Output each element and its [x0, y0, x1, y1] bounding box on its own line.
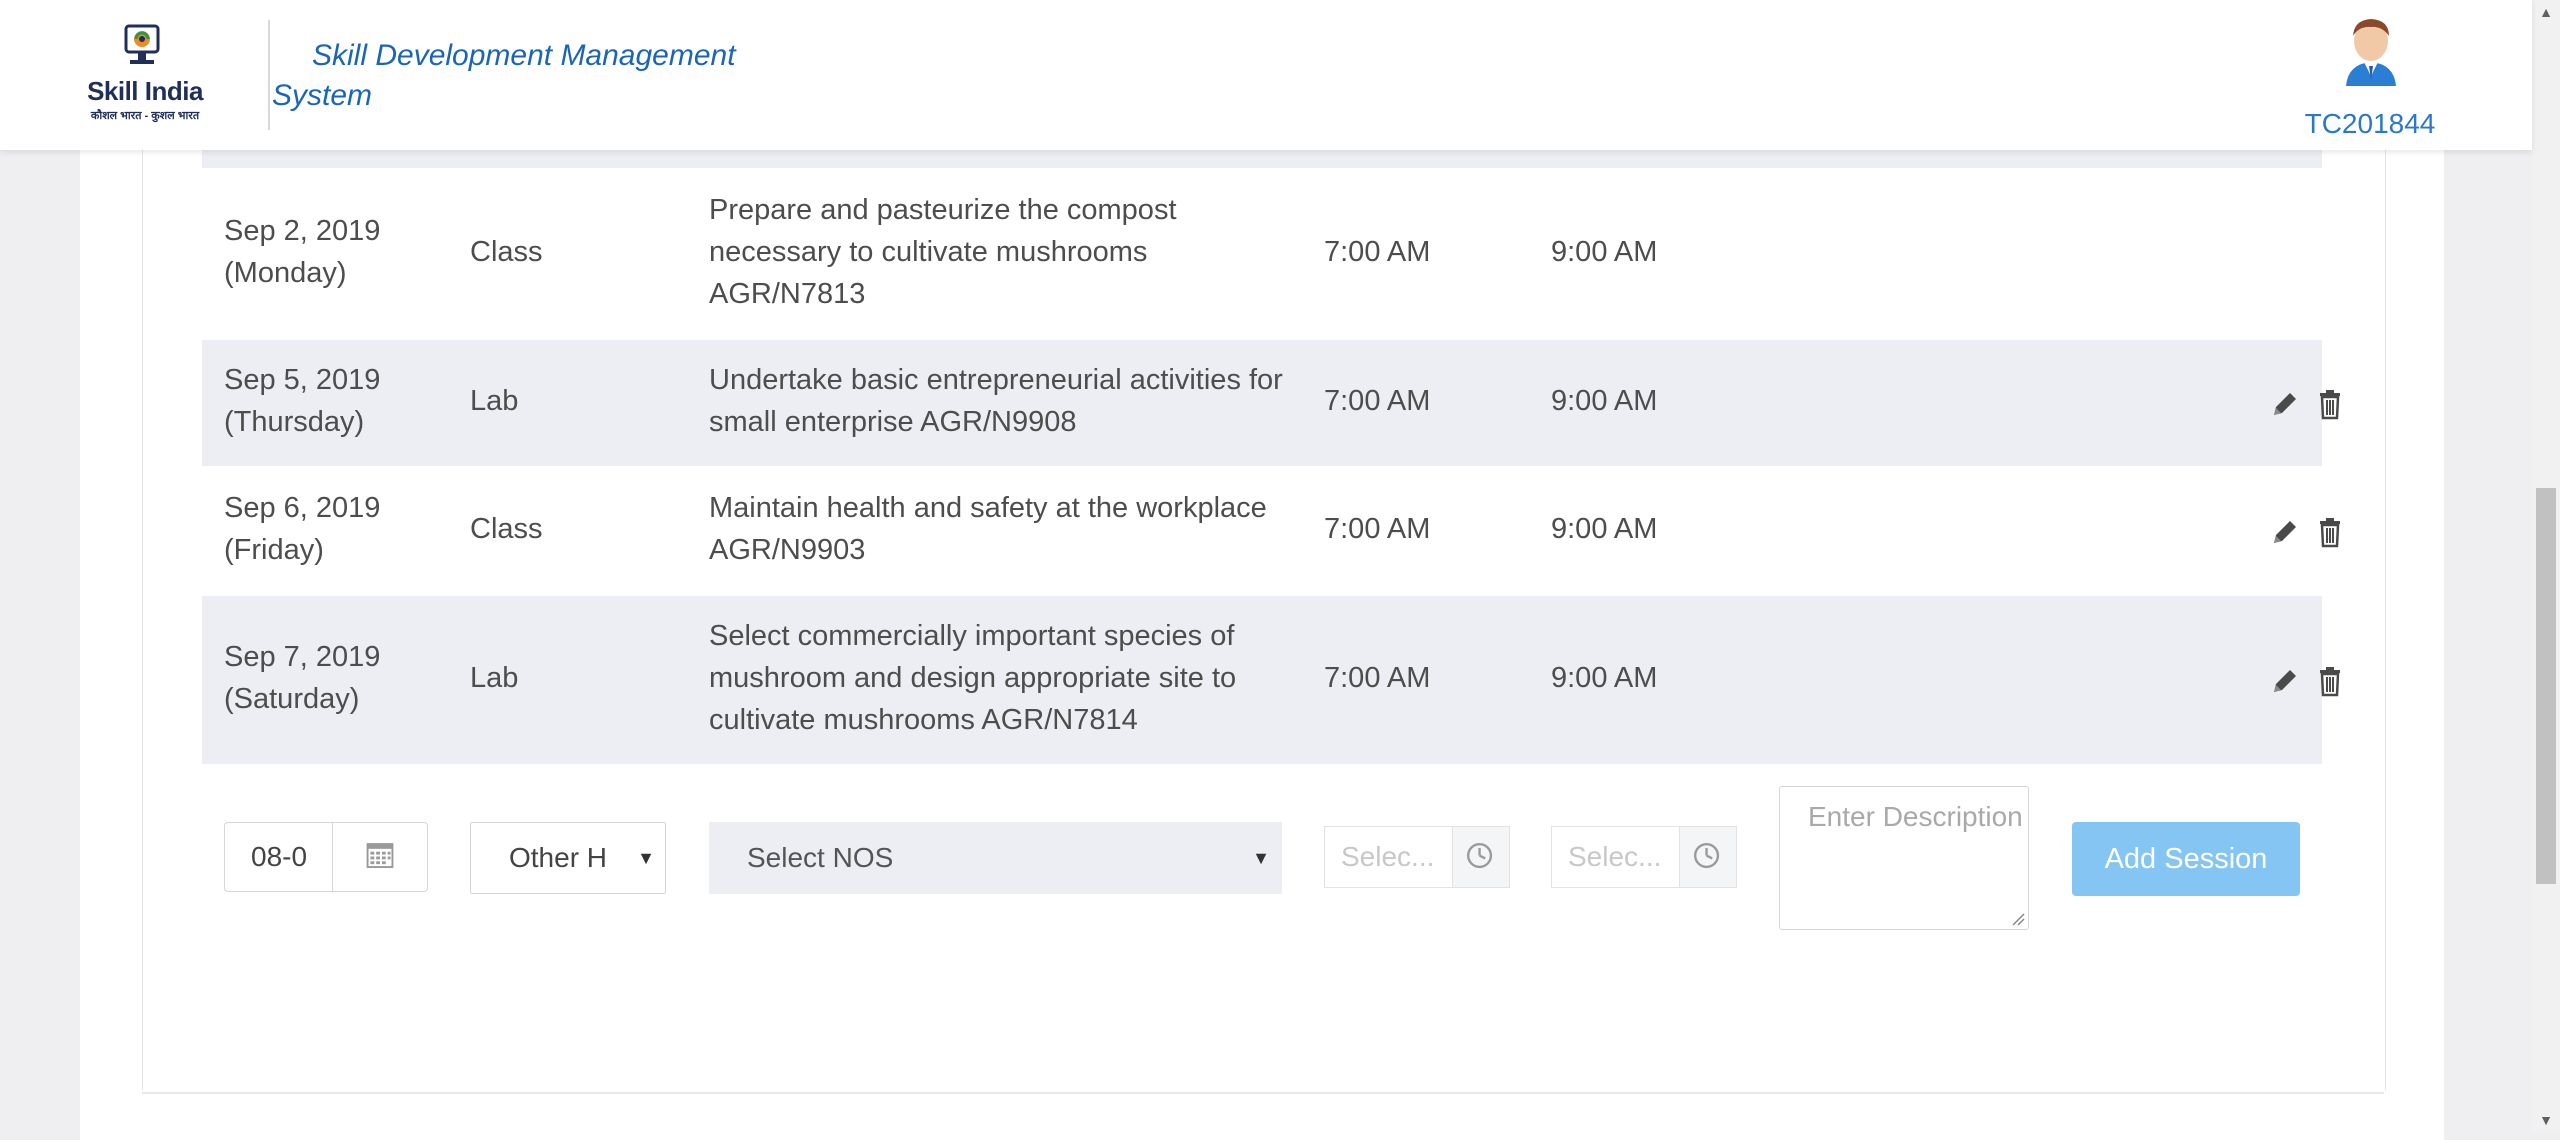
session-type-value: Other H	[509, 842, 608, 873]
pencil-icon[interactable]	[2268, 515, 2300, 549]
session-day-text: (Saturday)	[224, 683, 360, 715]
skill-india-emblem-icon	[124, 24, 160, 64]
table-row: Sep 7, 2019 (Saturday) Lab Select commer…	[202, 594, 2341, 764]
table-row: Sep 5, 2019 (Thursday) Lab Undertake bas…	[202, 338, 2341, 466]
clock-icon	[1466, 842, 1493, 869]
table-header-stripe	[202, 150, 2322, 168]
row-actions	[2268, 510, 2358, 550]
session-type-select[interactable]: Other H ▼	[470, 822, 666, 894]
session-date-text: Sep 2, 2019	[224, 215, 381, 247]
chevron-down-icon: ▼	[1252, 848, 1270, 868]
scroll-down-arrow-icon[interactable]: ▼	[2532, 1108, 2560, 1132]
calendar-icon	[366, 843, 394, 868]
session-end-time: 9:00 AM	[1551, 385, 1658, 417]
trash-icon[interactable]	[2314, 387, 2346, 421]
pencil-icon[interactable]	[2268, 664, 2300, 698]
end-time-input[interactable]: Selec...	[1551, 826, 1679, 888]
session-start-time: 7:00 AM	[1324, 513, 1431, 545]
user-avatar-icon[interactable]	[2338, 14, 2404, 86]
description-placeholder: Enter Description	[1808, 801, 2023, 832]
session-day-text: (Friday)	[224, 534, 324, 566]
session-date: Sep 7, 2019 (Saturday)	[224, 636, 444, 720]
session-type: Class	[470, 236, 543, 268]
user-id-label[interactable]: TC201844	[2298, 108, 2442, 140]
row-actions	[2268, 659, 2358, 699]
end-time-picker-button[interactable]	[1679, 826, 1737, 888]
session-end-time: 9:00 AM	[1551, 236, 1658, 268]
description-textarea[interactable]: Enter Description	[1779, 786, 2029, 930]
start-time-picker-button[interactable]	[1452, 826, 1510, 888]
session-date-text: Sep 6, 2019	[224, 492, 381, 524]
session-nos: Select commercially important species of…	[709, 620, 1237, 736]
add-session-button[interactable]: Add Session	[2072, 822, 2300, 896]
logo-subtitle: कौशल भारत - कुशल भारत	[90, 110, 200, 122]
session-end-time: 9:00 AM	[1551, 513, 1658, 545]
resize-grip-icon[interactable]	[2011, 912, 2025, 926]
nos-placeholder: Select NOS	[747, 842, 894, 873]
session-date: Sep 6, 2019 (Friday)	[224, 487, 444, 571]
start-time-input[interactable]: Selec...	[1324, 826, 1452, 888]
chevron-down-icon: ▼	[633, 823, 655, 893]
session-start-time: 7:00 AM	[1324, 236, 1431, 268]
session-date: Sep 2, 2019 (Monday)	[224, 210, 444, 294]
session-nos: Prepare and pasteurize the compost neces…	[709, 194, 1177, 310]
session-type: Class	[470, 513, 543, 545]
table-row: Sep 2, 2019 (Monday) Class Prepare and p…	[202, 168, 2322, 338]
session-start-time: 7:00 AM	[1324, 662, 1431, 694]
nos-select[interactable]: Select NOS ▼	[709, 822, 1282, 894]
row-actions	[2268, 382, 2358, 422]
session-day-text: (Monday)	[224, 257, 347, 289]
session-date-text: Sep 7, 2019	[224, 641, 381, 673]
session-nos: Maintain health and safety at the workpl…	[709, 492, 1267, 566]
date-picker-button[interactable]	[332, 822, 428, 892]
session-nos: Undertake basic entrepreneurial activiti…	[709, 364, 1283, 438]
top-header: Skill India कौशल भारत - कुशल भारत Skill …	[0, 0, 2532, 150]
session-type: Lab	[470, 662, 519, 694]
scroll-up-arrow-icon[interactable]: ▲	[2532, 0, 2560, 24]
app-title: Skill Development Management System	[272, 39, 736, 112]
scrollbar-thumb[interactable]	[2536, 488, 2556, 884]
session-end-time: 9:00 AM	[1551, 662, 1658, 694]
session-date-input[interactable]: 08-0	[224, 822, 332, 892]
card-divider	[142, 1092, 2384, 1094]
page-scrollbar[interactable]: ▲ ▼	[2532, 0, 2560, 1132]
add-session-form: 08-0 Other H ▼ Select NOS ▼ Selec... Sel…	[202, 780, 2322, 940]
session-date-text: Sep 5, 2019	[224, 364, 381, 396]
skill-india-logo[interactable]: Skill India कौशल भारत - कुशल भारत	[80, 22, 210, 127]
logo-title: Skill India	[87, 76, 203, 106]
session-type: Lab	[470, 385, 519, 417]
session-date: Sep 5, 2019 (Thursday)	[224, 359, 444, 443]
table-row: Sep 6, 2019 (Friday) Class Maintain heal…	[202, 466, 2341, 594]
trash-icon[interactable]	[2314, 515, 2346, 549]
clock-icon	[1693, 842, 1720, 869]
session-day-text: (Thursday)	[224, 406, 365, 438]
pencil-icon[interactable]	[2268, 387, 2300, 421]
header-divider	[268, 20, 270, 130]
trash-icon[interactable]	[2314, 664, 2346, 698]
session-start-time: 7:00 AM	[1324, 385, 1431, 417]
session-table: Sep 2, 2019 (Monday) Class Prepare and p…	[202, 168, 2341, 764]
